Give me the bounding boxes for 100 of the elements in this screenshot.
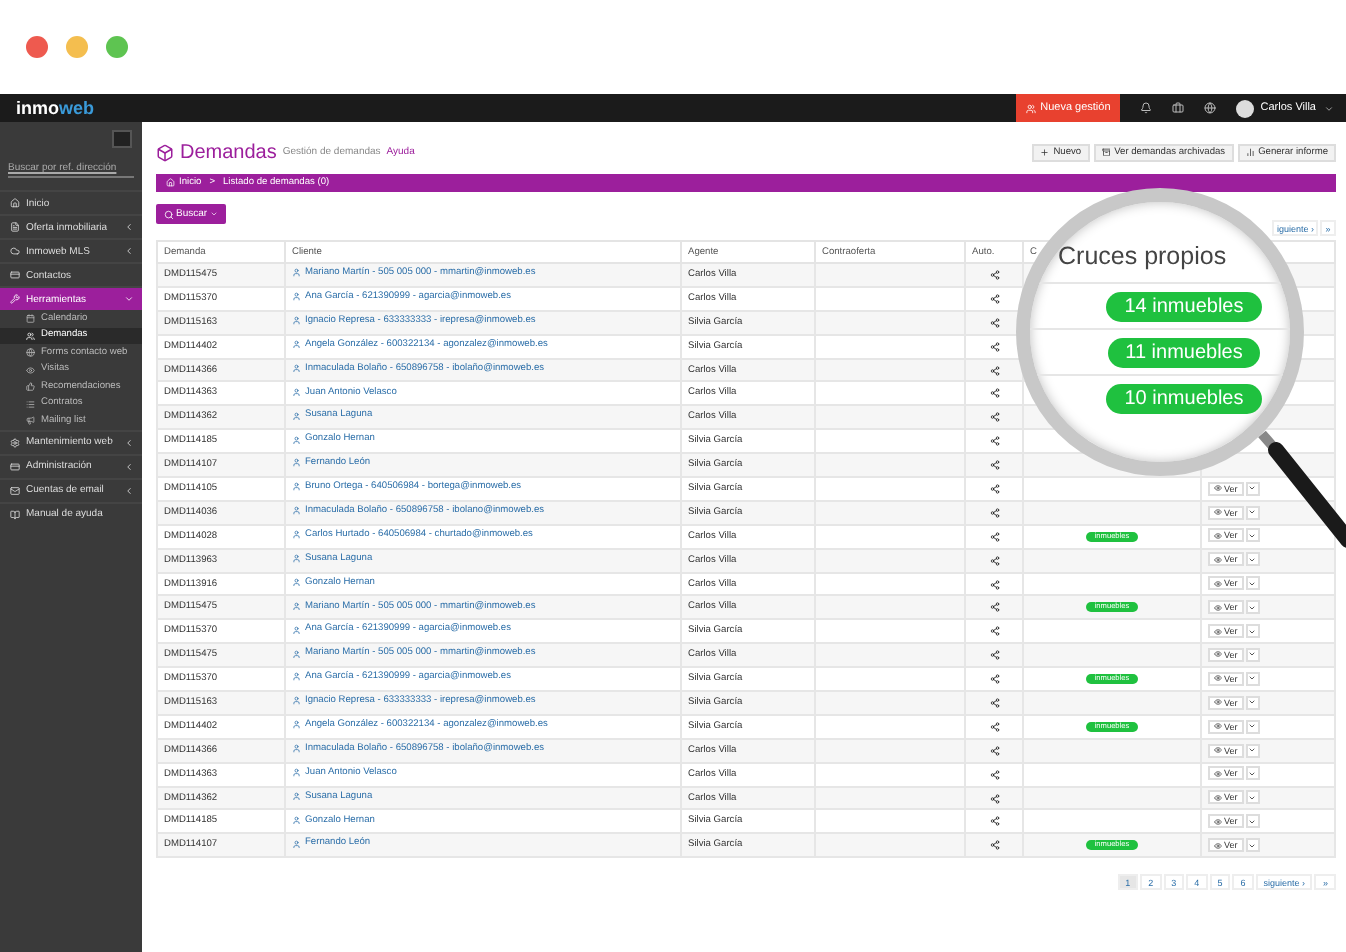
- person-icon: [292, 815, 301, 825]
- eye-icon: [1214, 603, 1222, 612]
- person-icon: [292, 316, 301, 326]
- matches-badge: 10 inmuebles: [1106, 383, 1262, 413]
- globe-icon: [26, 348, 35, 357]
- share-icon[interactable]: [989, 412, 999, 423]
- share-icon[interactable]: [989, 555, 999, 566]
- share-icon[interactable]: [989, 507, 999, 518]
- share-icon[interactable]: [989, 269, 999, 280]
- briefcase-icon[interactable]: [1172, 102, 1185, 114]
- eye-icon: [1214, 793, 1222, 802]
- home-icon: [10, 198, 20, 208]
- thumbs-up-icon: [26, 382, 35, 391]
- eye-icon: [1214, 627, 1222, 636]
- share-icon[interactable]: [989, 840, 999, 851]
- share-icon[interactable]: [989, 388, 999, 399]
- person-icon: [292, 435, 301, 445]
- person-icon: [292, 577, 301, 587]
- people-icon: [26, 331, 35, 340]
- page-title: Demandas: [180, 141, 277, 163]
- person-icon: [292, 554, 301, 563]
- share-icon[interactable]: [989, 483, 999, 494]
- person-icon: [292, 601, 301, 611]
- person-icon: [292, 387, 301, 397]
- person-icon: [292, 839, 301, 849]
- share-icon[interactable]: [989, 745, 999, 756]
- share-icon[interactable]: [989, 365, 999, 375]
- person-icon: [292, 292, 301, 302]
- person-icon: [292, 672, 301, 682]
- person-icon: [292, 696, 301, 706]
- person-icon: [292, 649, 301, 659]
- share-icon[interactable]: [989, 769, 999, 780]
- person-icon: [292, 506, 301, 516]
- person-icon: [292, 530, 301, 540]
- eye-icon: [1214, 698, 1222, 707]
- person-icon: [292, 268, 301, 278]
- eye-icon: [1214, 817, 1222, 826]
- magnifier-handle: [1256, 428, 1346, 552]
- person-icon: [292, 791, 301, 801]
- bell-icon[interactable]: [1140, 102, 1153, 114]
- eye-icon: [1214, 650, 1222, 659]
- logo[interactable]: inmoweb: [16, 98, 95, 118]
- share-icon[interactable]: [989, 674, 999, 685]
- person-icon: [292, 625, 301, 635]
- sidebar-toggle-button[interactable]: [112, 130, 132, 148]
- person-icon: [292, 339, 301, 349]
- eye-icon: [1214, 769, 1222, 778]
- share-icon[interactable]: [989, 793, 999, 804]
- person-icon: [292, 768, 301, 778]
- eye-icon: [1214, 508, 1222, 517]
- eye-icon: [1214, 746, 1222, 754]
- eye-icon: [1214, 555, 1222, 564]
- share-icon[interactable]: [989, 436, 999, 447]
- cloud-icon: [10, 246, 20, 256]
- person-icon: [292, 363, 301, 373]
- magnifier-title: Cruces propios: [1058, 242, 1227, 270]
- calendar-icon: [26, 314, 35, 323]
- close-window-button[interactable]: [26, 36, 48, 58]
- person-icon: [292, 482, 301, 492]
- share-icon[interactable]: [989, 579, 999, 590]
- chart-icon: [1245, 147, 1255, 157]
- share-icon[interactable]: [989, 341, 999, 352]
- person-icon: [292, 744, 301, 754]
- document-icon: [10, 222, 20, 232]
- archive-icon: [1101, 147, 1111, 157]
- card-icon: [10, 270, 20, 280]
- caret-icon[interactable]: [1324, 103, 1334, 113]
- person-icon: [292, 720, 301, 730]
- eye-icon: [26, 365, 35, 374]
- user-avatar[interactable]: [1236, 99, 1255, 117]
- home-icon: [166, 178, 175, 188]
- matches-badge: 14 inmuebles: [1106, 291, 1262, 321]
- share-icon[interactable]: [989, 650, 999, 661]
- share-icon[interactable]: [989, 602, 999, 613]
- share-icon[interactable]: [989, 293, 999, 304]
- share-icon[interactable]: [989, 721, 999, 732]
- share-icon[interactable]: [989, 816, 999, 827]
- share-icon[interactable]: [989, 626, 999, 637]
- search-icon: [164, 209, 174, 219]
- person-icon: [292, 411, 301, 421]
- wrench-icon: [10, 294, 20, 304]
- share-icon[interactable]: [989, 460, 999, 471]
- share-icon[interactable]: [989, 697, 999, 708]
- eye-icon: [1214, 579, 1222, 588]
- book-icon: [10, 509, 20, 519]
- eye-icon: [1214, 674, 1222, 683]
- eye-icon: [1214, 722, 1222, 731]
- share-icon[interactable]: [989, 317, 999, 328]
- megaphone-icon: [26, 416, 35, 425]
- gear-icon: [10, 437, 20, 447]
- matches-badge: 11 inmuebles: [1107, 337, 1261, 367]
- card-icon: [10, 461, 20, 471]
- eye-icon: [1214, 484, 1222, 493]
- eye-icon: [1214, 841, 1222, 850]
- people-icon: [1026, 103, 1037, 113]
- share-icon[interactable]: [989, 531, 999, 542]
- mail-icon: [10, 485, 20, 495]
- list-icon: [26, 399, 35, 408]
- globe-icon[interactable]: [1204, 102, 1217, 114]
- eye-icon: [1214, 531, 1222, 540]
